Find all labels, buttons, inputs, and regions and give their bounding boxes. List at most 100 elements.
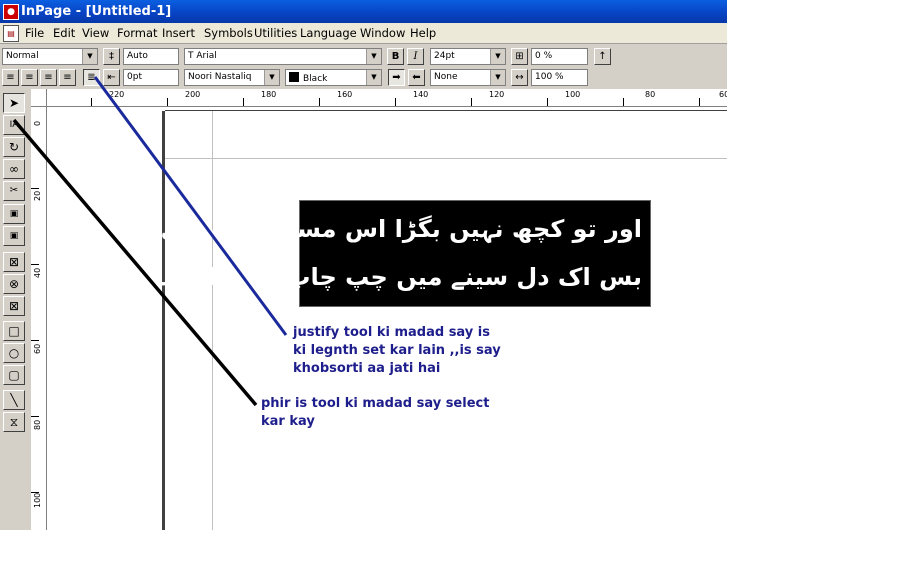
urdu-text-box[interactable]: اور تو کچھ نہیں بگڑا اس مسلسل جدائی سے ب… <box>115 200 651 307</box>
color-swatch <box>289 72 299 82</box>
menu-bar: ▤ File Edit View Format Insert Symbols U… <box>0 23 727 44</box>
margin-guide-vertical <box>212 111 213 530</box>
ruler-corner[interactable] <box>31 89 47 107</box>
ruler-label: 140 <box>413 90 429 99</box>
urdu-font-combo[interactable]: Noori Nastaliq ▼ <box>184 69 280 86</box>
color-name: Black <box>303 74 328 84</box>
align-right-icon[interactable]: ≡ <box>21 69 38 86</box>
link-tool-icon[interactable]: ∞ <box>3 159 25 179</box>
rounded-rect-tool-icon[interactable]: ▢ <box>3 365 25 385</box>
ruler-label: 160 <box>337 90 353 99</box>
indent-value: 0pt <box>127 72 142 82</box>
ruler-label: 200 <box>185 90 201 99</box>
rounded-frame-tool-icon[interactable]: ⊠ <box>3 296 25 316</box>
menu-insert[interactable]: Insert <box>162 26 195 40</box>
scale-icon[interactable]: ↔ <box>511 69 528 86</box>
inpage-window: ● InPage - [Untitled-1] ▤ File Edit View… <box>0 0 727 530</box>
english-font-value: T Arial <box>188 51 217 61</box>
horizontal-ruler: 220 200 180 160 140 120 100 80 60 <box>31 89 727 107</box>
text-select-tool-icon[interactable]: ⅠA <box>3 115 25 135</box>
tool-palette: ➤ ⅠA ↻ ∞ ✂ ▣ ▣ ⊠ ⊗ ⊠ □ ○ ▢ ╲ ⧖ <box>0 89 30 530</box>
style-value: Normal <box>6 51 39 61</box>
ruler-label: 40 <box>33 267 42 278</box>
color-combo[interactable]: Black ▼ <box>285 69 382 86</box>
rtl-arrow-icon[interactable]: ⬅ <box>408 69 425 86</box>
menu-symbols[interactable]: Symbols <box>204 26 253 40</box>
rotate-tool-icon[interactable]: ↻ <box>3 137 25 157</box>
italic-button[interactable]: I <box>407 48 424 65</box>
leading-field[interactable]: Auto <box>123 48 179 65</box>
tracking-value: 0 % <box>535 51 553 61</box>
annotation-select-note: phir is tool ki madad say select kar kay <box>261 396 490 429</box>
indent-icon[interactable]: ⇤ <box>103 69 120 86</box>
unlink-tool-icon[interactable]: ✂ <box>3 181 25 201</box>
chevron-down-icon[interactable]: ▼ <box>82 49 97 64</box>
align-left-icon[interactable]: ≡ <box>2 69 19 86</box>
ruler-label: 220 <box>109 90 125 99</box>
urdu-line-1: اور تو کچھ نہیں بگڑا اس مسلسل جدائی سے <box>114 215 642 243</box>
line-tool-icon[interactable]: ╲ <box>3 390 25 410</box>
ruler-label: 100 <box>565 90 581 99</box>
ruler-label: 20 <box>33 190 42 201</box>
tracking-field[interactable]: 0 % <box>531 48 588 65</box>
rect-frame-tool-icon[interactable]: ⊠ <box>3 252 25 272</box>
window-title: InPage - [Untitled-1] <box>21 4 172 19</box>
text-box-rtl-tool-icon[interactable]: ▣ <box>3 226 25 246</box>
rectangle-tool-icon[interactable]: □ <box>3 321 25 341</box>
menu-help[interactable]: Help <box>410 26 436 40</box>
chevron-down-icon[interactable]: ▼ <box>490 49 505 64</box>
justify-tool-button[interactable]: ≣ <box>83 69 100 86</box>
menu-edit[interactable]: Edit <box>53 26 75 40</box>
leading-value: Auto <box>127 51 148 61</box>
indent-field[interactable]: 0pt <box>123 69 179 86</box>
ellipse-tool-icon[interactable]: ○ <box>3 343 25 363</box>
chevron-down-icon[interactable]: ▼ <box>264 70 279 85</box>
annotation-justify-note: justify tool ki madad say is ki legnth s… <box>293 325 501 376</box>
font-size-value: 24pt <box>434 51 455 61</box>
ruler-label: 120 <box>489 90 505 99</box>
menu-view[interactable]: View <box>82 26 109 40</box>
chevron-down-icon[interactable]: ▼ <box>366 70 381 85</box>
english-font-name: Arial <box>196 51 217 61</box>
ruler-label: 180 <box>261 90 277 99</box>
document-canvas[interactable]: اور تو کچھ نہیں بگڑا اس مسلسل جدائی سے ب… <box>47 107 727 530</box>
page-top-edge <box>165 110 727 111</box>
color-value: Black <box>289 72 327 84</box>
page-left-edge <box>162 111 165 530</box>
urdu-line-2: بس اک دل سینے میں چپ چاپ مرنے لگا ہے <box>148 263 642 291</box>
ruler-label: 60 <box>33 343 42 354</box>
menu-language[interactable]: Language <box>300 26 357 40</box>
superscript-icon[interactable]: ↑ <box>594 48 611 65</box>
scale-value: 100 % <box>535 72 564 82</box>
document-icon[interactable]: ▤ <box>3 25 19 42</box>
ltr-arrow-icon[interactable]: ➡ <box>388 69 405 86</box>
ruler-label: 0 <box>33 120 42 126</box>
leading-icon[interactable]: ‡ <box>103 48 120 65</box>
scale-field[interactable]: 100 % <box>531 69 588 86</box>
menu-utilities[interactable]: Utilities <box>254 26 297 40</box>
oval-frame-tool-icon[interactable]: ⊗ <box>3 274 25 294</box>
ruler-label: 80 <box>645 90 656 99</box>
tracking-icon[interactable]: ⊞ <box>511 48 528 65</box>
ruler-label: 60 <box>719 90 727 99</box>
ruler-label: 100 <box>33 492 42 508</box>
menu-file[interactable]: File <box>25 26 44 40</box>
shade-combo[interactable]: None ▼ <box>430 69 506 86</box>
polygon-tool-icon[interactable]: ⧖ <box>3 412 25 432</box>
font-size-combo[interactable]: 24pt ▼ <box>430 48 506 65</box>
chevron-down-icon[interactable]: ▼ <box>366 49 381 64</box>
title-bar[interactable]: ● InPage - [Untitled-1] <box>0 0 727 23</box>
vertical-ruler: 0 20 40 60 80 100 <box>31 106 47 530</box>
text-box-tool-icon[interactable]: ▣ <box>3 204 25 224</box>
align-center-icon[interactable]: ≡ <box>40 69 57 86</box>
bold-button[interactable]: B <box>387 48 404 65</box>
menu-window[interactable]: Window <box>360 26 405 40</box>
pointer-tool-icon[interactable]: ➤ <box>3 93 25 113</box>
chevron-down-icon[interactable]: ▼ <box>490 70 505 85</box>
english-font-combo[interactable]: T Arial ▼ <box>184 48 382 65</box>
style-combo[interactable]: Normal ▼ <box>2 48 98 65</box>
justify-icon[interactable]: ≡ <box>59 69 76 86</box>
menu-format[interactable]: Format <box>117 26 158 40</box>
shade-value: None <box>434 72 458 82</box>
margin-guide-horizontal <box>165 158 727 159</box>
